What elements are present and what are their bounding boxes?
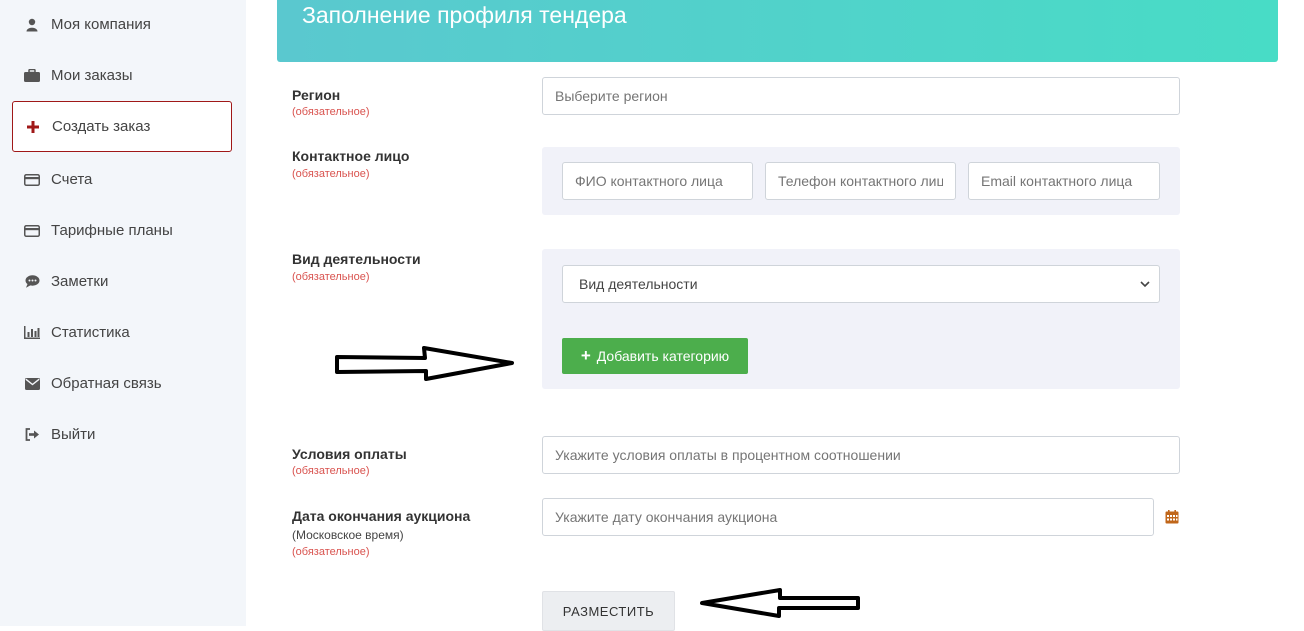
sidebar-item-label: Статистика bbox=[51, 324, 130, 341]
calendar-icon[interactable] bbox=[1165, 510, 1179, 529]
sidebar-item-my-company[interactable]: Моя компания bbox=[12, 0, 232, 50]
user-icon bbox=[23, 16, 41, 34]
auction-end-label: Дата окончания аукциона bbox=[292, 508, 471, 524]
payment-label: Условия оплаты bbox=[292, 446, 407, 462]
contact-label: Контактное лицо bbox=[292, 148, 410, 164]
sidebar-item-my-orders[interactable]: Мои заказы bbox=[12, 50, 232, 101]
sidebar-item-tariff-plans[interactable]: Тарифные планы bbox=[12, 205, 232, 256]
credit-card-icon bbox=[23, 222, 41, 240]
submit-button[interactable]: РАЗМЕСТИТЬ bbox=[542, 591, 675, 631]
briefcase-icon bbox=[23, 67, 41, 85]
payment-required-note: (обязательное) bbox=[292, 465, 370, 477]
contact-email-input[interactable] bbox=[968, 162, 1160, 200]
sidebar-item-label: Мои заказы bbox=[51, 67, 133, 84]
contact-name-input[interactable] bbox=[562, 162, 753, 200]
sign-out-icon bbox=[23, 426, 41, 444]
sidebar-item-feedback[interactable]: Обратная связь bbox=[12, 358, 232, 409]
auction-end-date-input[interactable] bbox=[542, 498, 1154, 536]
plus-icon bbox=[24, 118, 42, 136]
sidebar-item-label: Заметки bbox=[51, 273, 109, 290]
auction-end-required-note: (обязательное) bbox=[292, 546, 370, 558]
sidebar-item-label: Счета bbox=[51, 171, 93, 188]
plus-icon: + bbox=[580, 346, 591, 365]
add-category-label: Добавить категорию bbox=[596, 348, 730, 364]
annotation-arrow-left bbox=[700, 588, 860, 618]
annotation-arrow-right bbox=[335, 346, 514, 381]
region-input[interactable] bbox=[542, 77, 1180, 115]
activity-label: Вид деятельности bbox=[292, 251, 421, 267]
sidebar-item-label: Тарифные планы bbox=[51, 222, 173, 239]
page-header: Заполнение профиля тендера bbox=[277, 0, 1278, 62]
sidebar-item-label: Обратная связь bbox=[51, 375, 162, 392]
contact-required-note: (обязательное) bbox=[292, 168, 370, 180]
sidebar-item-label: Моя компания bbox=[51, 16, 151, 33]
sidebar-item-label: Создать заказ bbox=[52, 118, 151, 135]
sidebar-item-logout[interactable]: Выйти bbox=[12, 409, 232, 460]
payment-terms-input[interactable] bbox=[542, 436, 1180, 474]
activity-select-value: Вид деятельности bbox=[579, 276, 698, 292]
auction-end-timezone: (Московское время) bbox=[292, 528, 404, 542]
activity-required-note: (обязательное) bbox=[292, 271, 370, 283]
credit-card-icon bbox=[23, 171, 41, 189]
sidebar-item-invoices[interactable]: Счета bbox=[12, 154, 232, 205]
activity-select[interactable]: Вид деятельности bbox=[562, 265, 1160, 303]
bar-chart-icon bbox=[23, 324, 41, 342]
add-category-button[interactable]: + Добавить категорию bbox=[562, 338, 748, 374]
sidebar-item-label: Выйти bbox=[51, 426, 96, 443]
sidebar-item-notes[interactable]: Заметки bbox=[12, 256, 232, 307]
contact-phone-input[interactable] bbox=[765, 162, 956, 200]
comment-icon bbox=[23, 273, 41, 291]
sidebar-item-statistics[interactable]: Статистика bbox=[12, 307, 232, 358]
page-title: Заполнение профиля тендера bbox=[302, 2, 627, 28]
chevron-down-icon bbox=[1139, 277, 1151, 294]
region-label: Регион bbox=[292, 87, 341, 103]
sidebar: Моя компания Мои заказы Создать заказ Сч… bbox=[0, 0, 246, 626]
sidebar-item-create-order[interactable]: Создать заказ bbox=[12, 101, 232, 152]
region-required-note: (обязательное) bbox=[292, 106, 370, 118]
envelope-icon bbox=[23, 375, 41, 393]
